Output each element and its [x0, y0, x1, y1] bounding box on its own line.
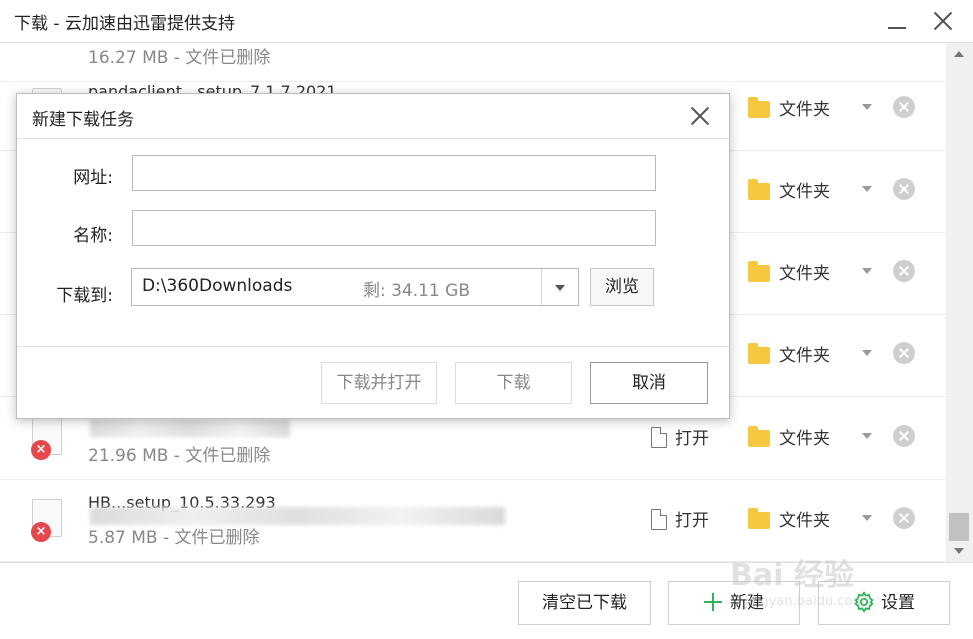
open-label: 打开 — [675, 511, 709, 531]
new-download-dialog: 新建下载任务 网址: 名称: 下载到: D:\360Downloads 剩: 3… — [16, 93, 730, 419]
cancel-button[interactable]: 取消 — [590, 362, 708, 404]
download-button[interactable]: 下载 — [455, 362, 572, 404]
open-folder-button[interactable]: 文件夹 — [748, 177, 830, 202]
folder-icon — [748, 426, 770, 447]
delete-icon[interactable] — [893, 507, 915, 529]
clear-downloaded-button[interactable]: 清空已下载 — [518, 581, 651, 625]
file-meta: 21.96 MB - 文件已删除 — [88, 446, 271, 466]
folder-label: 文件夹 — [779, 511, 830, 531]
open-file-button[interactable]: 打开 — [651, 506, 709, 531]
folder-icon — [748, 261, 770, 282]
file-icon: × — [31, 499, 62, 542]
save-path-value: D:\360Downloads — [142, 276, 293, 296]
free-space: 剩: 34.11 GB — [362, 281, 470, 301]
file-meta: 16.27 MB - 文件已删除 — [88, 48, 271, 68]
settings-label: 设置 — [881, 593, 915, 613]
title-bar: 下载 - 云加速由迅雷提供支持 — [0, 0, 973, 43]
delete-icon[interactable] — [893, 96, 915, 118]
close-icon[interactable] — [689, 105, 711, 127]
url-label: 网址: — [73, 168, 113, 188]
minimize-icon[interactable] — [884, 8, 910, 34]
chevron-down-icon[interactable] — [541, 269, 578, 305]
delete-icon[interactable] — [893, 178, 915, 200]
chevron-down-icon[interactable] — [862, 104, 872, 110]
open-folder-button[interactable]: 文件夹 — [748, 95, 830, 120]
chevron-down-icon[interactable] — [862, 350, 872, 356]
dialog-title: 新建下载任务 — [32, 110, 134, 130]
file-meta: 5.87 MB - 文件已删除 — [88, 528, 260, 548]
folder-label: 文件夹 — [779, 429, 830, 449]
folder-label: 文件夹 — [779, 182, 830, 202]
delete-icon[interactable] — [893, 342, 915, 364]
folder-label: 文件夹 — [779, 264, 830, 284]
document-icon — [651, 427, 667, 448]
open-folder-button[interactable]: 文件夹 — [748, 341, 830, 366]
open-folder-button[interactable]: 文件夹 — [748, 424, 830, 449]
dialog-divider — [17, 346, 729, 347]
file-icon: × — [31, 417, 62, 460]
folder-label: 文件夹 — [779, 346, 830, 366]
vertical-scrollbar[interactable] — [946, 43, 973, 562]
chevron-down-icon[interactable] — [862, 433, 872, 439]
plus-icon — [704, 593, 722, 611]
chevron-down-icon[interactable] — [862, 515, 872, 521]
folder-icon — [748, 343, 770, 364]
name-label: 名称: — [73, 226, 113, 246]
folder-icon — [748, 508, 770, 529]
window-title: 下载 - 云加速由迅雷提供支持 — [14, 14, 235, 34]
open-folder-button[interactable]: 文件夹 — [748, 259, 830, 284]
save-to-label: 下载到: — [56, 286, 113, 306]
baidu-watermark: Bai 经验 jingyan.baidu.com — [730, 550, 865, 609]
error-icon: × — [31, 440, 51, 460]
error-icon: × — [31, 522, 51, 542]
close-icon[interactable] — [930, 8, 956, 34]
scroll-up-icon[interactable] — [954, 51, 964, 57]
scroll-thumb[interactable] — [949, 513, 969, 541]
document-icon — [651, 509, 667, 530]
open-folder-button[interactable]: 文件夹 — [748, 506, 830, 531]
open-file-button[interactable]: 打开 — [651, 424, 709, 449]
save-path-select[interactable]: D:\360Downloads 剩: 34.11 GB — [131, 268, 579, 306]
scroll-down-icon[interactable] — [954, 548, 964, 554]
delete-icon[interactable] — [893, 425, 915, 447]
watermark-text: Bai 经验 — [730, 558, 854, 593]
chevron-down-icon[interactable] — [862, 268, 872, 274]
name-input[interactable] — [132, 210, 656, 246]
folder-icon — [748, 97, 770, 118]
browse-button[interactable]: 浏览 — [590, 268, 654, 306]
open-label: 打开 — [675, 429, 709, 449]
download-and-open-button[interactable]: 下载并打开 — [321, 362, 437, 404]
folder-label: 文件夹 — [779, 100, 830, 120]
dialog-header: 新建下载任务 — [17, 94, 729, 139]
url-input[interactable] — [132, 155, 656, 191]
delete-icon[interactable] — [893, 260, 915, 282]
blurred-filename — [90, 419, 290, 437]
chevron-down-icon[interactable] — [862, 186, 872, 192]
folder-icon — [748, 179, 770, 200]
watermark-url: jingyan.baidu.com — [745, 594, 865, 609]
